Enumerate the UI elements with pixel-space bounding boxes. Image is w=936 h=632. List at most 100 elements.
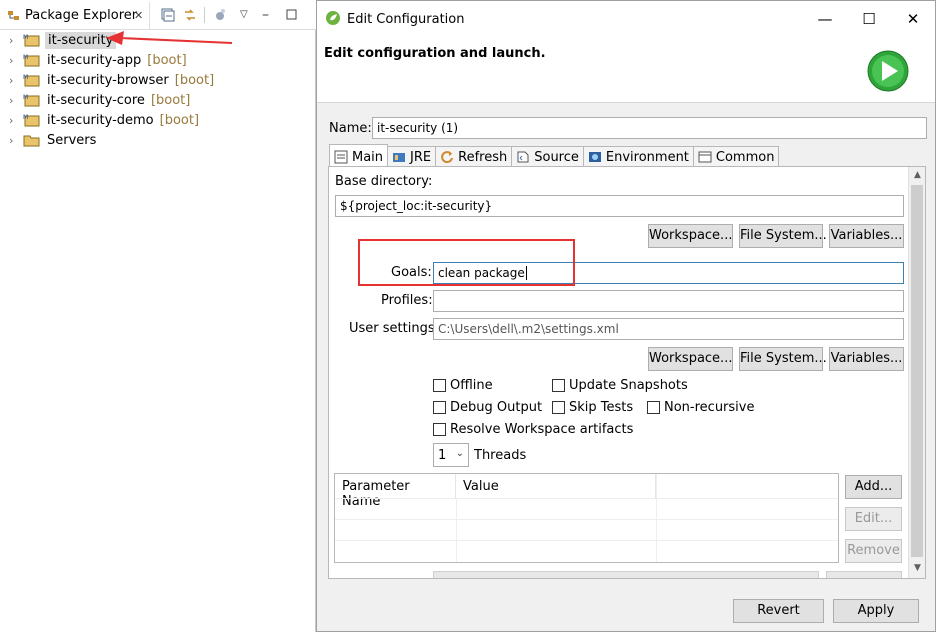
edit-button[interactable]: Edit... xyxy=(845,507,902,531)
tab-common[interactable]: Common xyxy=(692,146,780,167)
revert-button[interactable]: Revert xyxy=(733,599,824,623)
threads-label: Threads xyxy=(474,448,527,463)
link-with-editor-icon[interactable] xyxy=(182,7,198,23)
variables-button[interactable]: Variables... xyxy=(829,224,904,248)
vertical-scrollbar[interactable]: ▲ ▼ xyxy=(908,167,925,578)
skip-tests-checkbox[interactable]: Skip Tests xyxy=(552,400,633,415)
base-directory-label: Base directory: xyxy=(335,174,433,189)
threads-combo[interactable]: 1 ⌄ xyxy=(433,443,469,467)
resolve-workspace-checkbox[interactable]: Resolve Workspace artifacts xyxy=(433,422,633,437)
maven-project-icon: M xyxy=(23,92,41,108)
update-snapshots-checkbox[interactable]: Update Snapshots xyxy=(552,378,688,393)
remove-button[interactable]: Remove xyxy=(845,539,902,563)
annotation-arrow-icon xyxy=(106,31,233,45)
svg-text:M: M xyxy=(23,34,28,41)
package-explorer-tab[interactable]: Package Explorer ✕ xyxy=(0,2,150,29)
scroll-down-icon[interactable]: ▼ xyxy=(909,560,925,577)
folder-icon xyxy=(23,132,41,148)
table-row xyxy=(335,519,838,520)
tree-item-label: it-security-app xyxy=(47,52,142,68)
name-label: Name: xyxy=(329,121,372,136)
maximize-icon[interactable] xyxy=(284,7,300,23)
boot-decorator: [boot] xyxy=(147,52,187,68)
debug-output-checkbox[interactable]: Debug Output xyxy=(433,400,542,415)
checkbox-box[interactable] xyxy=(433,379,446,392)
spring-icon xyxy=(325,10,341,29)
tab-jre[interactable]: JRE xyxy=(387,146,437,167)
name-input[interactable]: it-security (1) xyxy=(372,117,927,139)
dialog-titlebar: Edit Configuration — ☐ ✕ xyxy=(317,1,935,37)
column-header-parameter-name[interactable]: Parameter Name xyxy=(335,474,456,509)
tree-item-servers[interactable]: › Servers xyxy=(0,130,316,150)
close-icon[interactable]: ✕ xyxy=(905,11,921,27)
source-icon xyxy=(516,150,530,164)
expand-arrow-icon[interactable]: › xyxy=(9,94,21,107)
svg-text:M: M xyxy=(23,114,28,121)
maven-project-icon: M xyxy=(23,112,41,128)
tab-source[interactable]: Source xyxy=(511,146,584,167)
boot-decorator: [boot] xyxy=(174,72,215,88)
tree-item-label: it-security-core xyxy=(47,92,145,108)
column-divider xyxy=(656,474,657,562)
checkbox-box[interactable] xyxy=(552,401,565,414)
column-divider xyxy=(456,499,457,562)
offline-checkbox[interactable]: Offline xyxy=(433,378,493,393)
checkbox-box[interactable] xyxy=(647,401,660,414)
tab-main[interactable]: Main xyxy=(329,144,389,167)
package-explorer-tab-label: Package Explorer xyxy=(25,8,138,23)
collapse-all-icon[interactable] xyxy=(160,7,176,23)
checkbox-box[interactable] xyxy=(433,401,446,414)
minimize-icon[interactable]: – xyxy=(262,7,278,23)
focus-icon[interactable] xyxy=(212,7,228,23)
chevron-down-icon[interactable]: ⌄ xyxy=(456,448,464,459)
profiles-label: Profiles: xyxy=(381,293,433,308)
add-button[interactable]: Add... xyxy=(845,475,902,499)
svg-text:M: M xyxy=(23,54,28,61)
expand-arrow-icon[interactable]: › xyxy=(9,134,21,147)
file-system-button-2[interactable]: File System... xyxy=(739,347,827,371)
expand-arrow-icon[interactable]: › xyxy=(9,114,21,127)
minimize-icon[interactable]: — xyxy=(817,11,833,27)
non-recursive-checkbox[interactable]: Non-recursive xyxy=(647,400,754,415)
base-directory-input[interactable]: ${project_loc:it-security} xyxy=(335,195,904,217)
environment-icon xyxy=(588,150,602,164)
refresh-icon xyxy=(440,150,454,164)
maximize-icon[interactable]: ☐ xyxy=(861,11,877,27)
tab-environment[interactable]: Environment xyxy=(582,146,694,167)
tree-item-it-security-core[interactable]: › M it-security-core [boot] xyxy=(0,90,316,110)
file-system-button[interactable]: File System... xyxy=(739,224,827,248)
dialog-header-text: Edit configuration and launch. xyxy=(324,46,546,61)
config-tabs: Main JRE Refresh Source Environment Comm… xyxy=(329,144,780,167)
maven-project-icon: M xyxy=(23,52,41,68)
scroll-up-icon[interactable]: ▲ xyxy=(909,167,925,184)
tree-item-label: Servers xyxy=(47,132,97,148)
partial-control-bar xyxy=(433,571,819,578)
view-menu-icon[interactable]: ▽ xyxy=(240,7,256,23)
scrollbar-thumb[interactable] xyxy=(911,185,923,557)
tree-item-it-security-demo[interactable]: › M it-security-demo [boot] xyxy=(0,110,316,130)
expand-arrow-icon[interactable]: › xyxy=(9,54,21,67)
column-header-value[interactable]: Value xyxy=(456,474,656,499)
checkbox-box[interactable] xyxy=(433,423,446,436)
apply-button[interactable]: Apply xyxy=(833,599,919,623)
workspace-button-2[interactable]: Workspace... xyxy=(648,347,733,371)
parameters-table: Parameter Name Value xyxy=(334,473,839,563)
variables-button-2[interactable]: Variables... xyxy=(829,347,904,371)
package-explorer-icon xyxy=(8,10,20,22)
boot-decorator: [boot] xyxy=(159,112,200,128)
table-row xyxy=(335,498,838,499)
user-settings-input[interactable]: C:\Users\dell\.m2\settings.xml xyxy=(433,318,904,340)
tree-item-it-security-app[interactable]: › M it-security-app [boot] xyxy=(0,50,316,70)
tree-item-it-security-browser[interactable]: › M it-security-browser [boot] xyxy=(0,70,316,90)
checkbox-box[interactable] xyxy=(552,379,565,392)
workspace-button[interactable]: Workspace... xyxy=(648,224,733,248)
tree-item-label: it-security-demo xyxy=(47,112,154,128)
svg-text:M: M xyxy=(23,94,28,101)
profiles-input[interactable] xyxy=(433,290,904,312)
package-explorer-view: Package Explorer ✕ ▽ – › M it-security ›… xyxy=(0,0,316,632)
tab-refresh[interactable]: Refresh xyxy=(435,146,513,167)
expand-arrow-icon[interactable]: › xyxy=(9,34,21,47)
annotation-highlight-box xyxy=(358,239,575,286)
expand-arrow-icon[interactable]: › xyxy=(9,74,21,87)
close-icon[interactable]: ✕ xyxy=(134,9,143,22)
